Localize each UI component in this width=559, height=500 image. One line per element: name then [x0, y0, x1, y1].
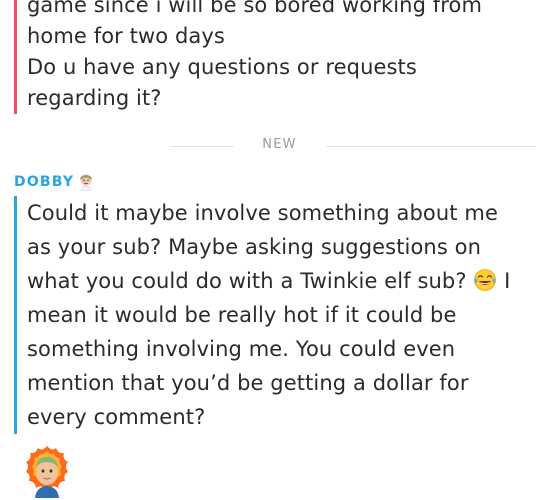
sender-emoji-icon: [78, 173, 94, 192]
bitmoji-avatar-icon[interactable]: [22, 444, 72, 498]
divider-rule-right: [326, 146, 536, 147]
message-line: every comment?: [27, 405, 206, 429]
divider-label: NEW: [262, 137, 297, 152]
message-line: Could it maybe involve something about m…: [27, 201, 498, 225]
message-line-tail: I: [504, 269, 511, 293]
sender-header: DOBBY: [14, 171, 94, 193]
previous-message: game since i will be so bored working fr…: [14, 0, 557, 114]
message-line: mention that you’d be getting a dollar f…: [27, 371, 469, 395]
chat-view: game since i will be so bored working fr…: [0, 0, 559, 500]
message-line: game since i will be so bored working fr…: [27, 0, 483, 17]
current-message: Could it maybe involve something about m…: [14, 196, 559, 434]
message-line: mean it would be really hot if it could …: [27, 303, 457, 327]
face-with-tears-of-joy-icon: [473, 268, 497, 292]
sender-name[interactable]: DOBBY: [14, 174, 74, 190]
message-line: home for two days: [27, 24, 225, 48]
message-line-with-emoji: what you could do with a Twinkie elf sub…: [27, 264, 559, 298]
message-line-text: what you could do with a Twinkie elf sub…: [27, 269, 467, 293]
message-line: something involving me. You could even: [27, 337, 456, 361]
message-line: as your sub? Maybe asking suggestions on: [27, 235, 482, 259]
new-messages-divider: NEW: [0, 132, 559, 160]
message-line: regarding it?: [27, 86, 162, 110]
message-line: Do u have any questions or requests: [27, 55, 417, 79]
